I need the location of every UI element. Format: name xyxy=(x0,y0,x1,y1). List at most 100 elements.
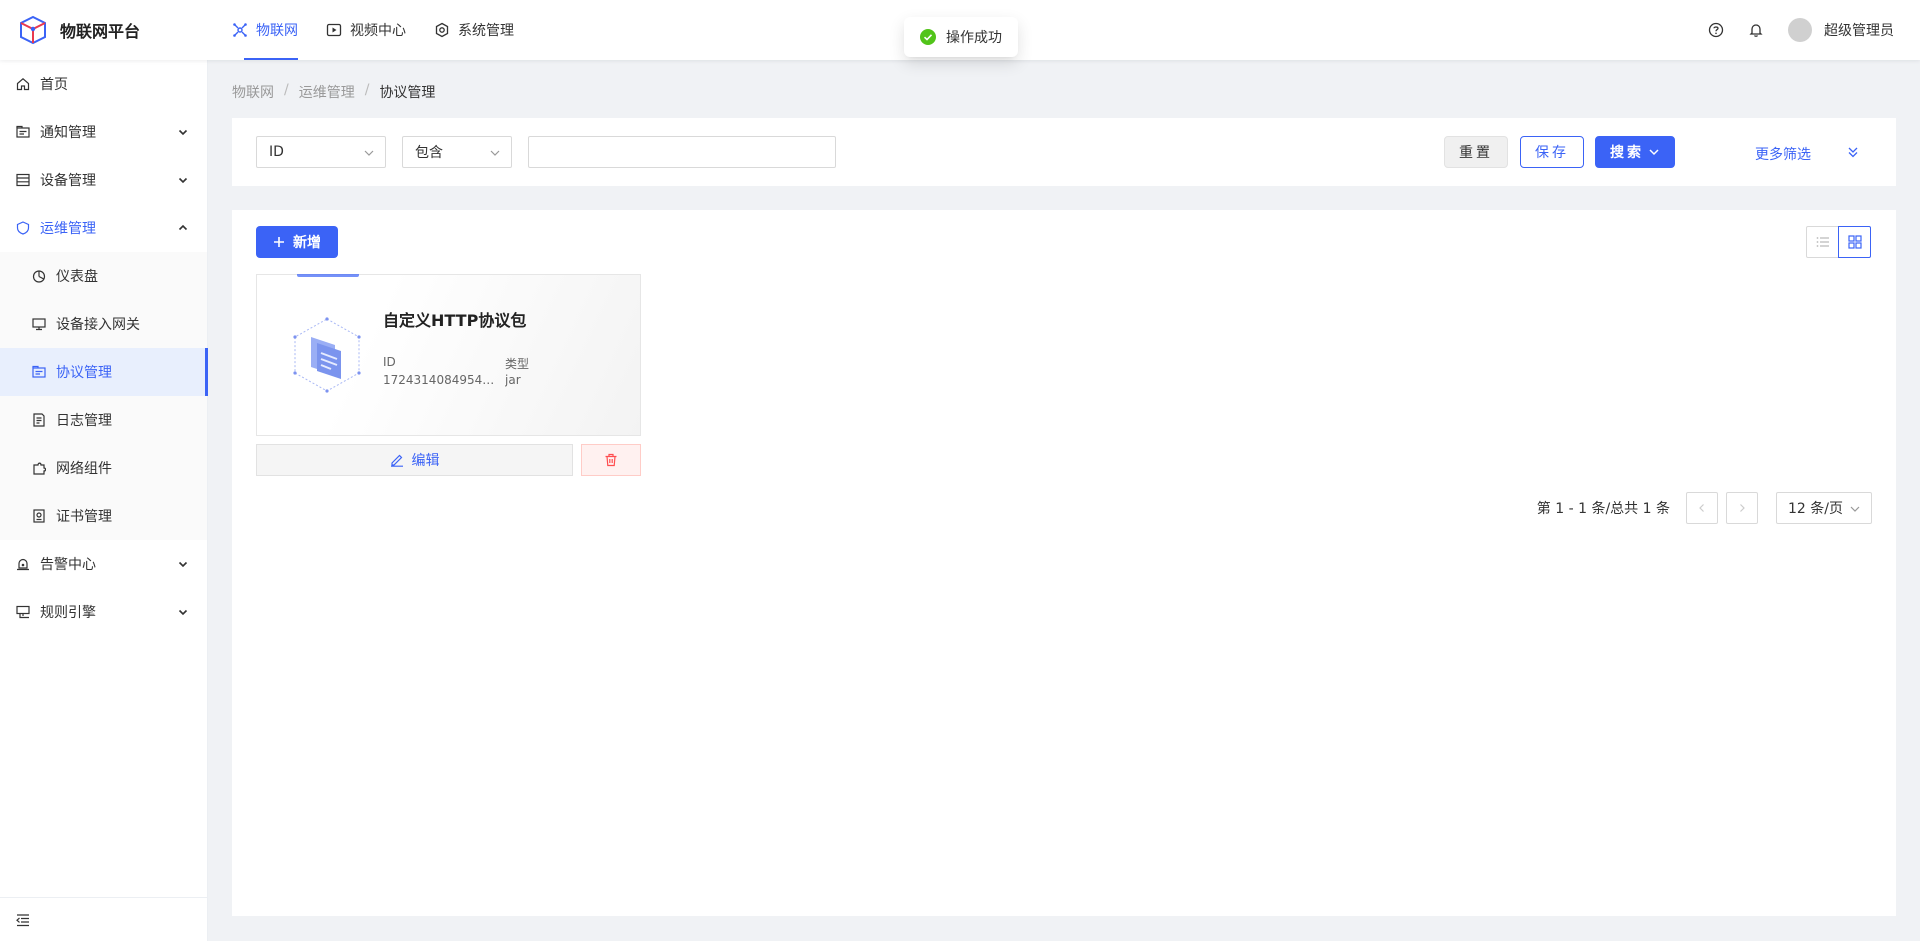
sidebar-item-label: 设备管理 xyxy=(40,173,96,189)
card-accent-line xyxy=(297,274,359,277)
app-logo[interactable]: 物联网平台 xyxy=(18,14,140,46)
trash-icon xyxy=(605,453,617,467)
topnav-video-label: 视频中心 xyxy=(350,23,406,39)
filter-operator-value: 包含 xyxy=(415,145,443,161)
chevron-down-icon xyxy=(489,147,501,159)
page-size-select[interactable]: 12 条/页 xyxy=(1776,492,1872,524)
page-size-value: 12 条/页 xyxy=(1788,501,1843,517)
sidebar-item-label: 设备接入网关 xyxy=(56,317,140,333)
protocol-list-panel: 新增 自定义HTTP协议包 ID 类型 172431408495401... j… xyxy=(232,210,1896,916)
sidebar-item-label: 告警中心 xyxy=(40,557,96,573)
sidebar-item-network[interactable]: 网络组件 xyxy=(0,444,207,492)
chevron-down-icon xyxy=(177,126,189,138)
delete-button[interactable] xyxy=(581,444,641,476)
header-actions: 超级管理员 xyxy=(1684,0,1894,60)
sidebar-item-rule[interactable]: 规则引擎 xyxy=(0,588,207,636)
sidebar-item-label: 通知管理 xyxy=(40,125,96,141)
filter-operator-select[interactable]: 包含 xyxy=(402,136,512,168)
sidebar-item-device[interactable]: 设备管理 xyxy=(0,156,207,204)
breadcrumb-separator: / xyxy=(364,82,370,98)
topnav-video[interactable]: 视频中心 xyxy=(326,0,406,60)
sidebar-item-protocol[interactable]: 协议管理 xyxy=(0,348,208,396)
protocol-card[interactable]: 自定义HTTP协议包 ID 类型 172431408495401... jar xyxy=(256,274,641,436)
view-mode-toggle xyxy=(1806,226,1871,258)
username[interactable]: 超级管理员 xyxy=(1824,20,1894,40)
notice-icon xyxy=(16,125,30,139)
chevron-down-icon xyxy=(363,147,375,159)
add-button[interactable]: 新增 xyxy=(256,226,338,258)
sidebar-item-label: 证书管理 xyxy=(56,509,112,525)
chevron-left-icon xyxy=(1699,504,1704,512)
search-button[interactable]: 搜索 xyxy=(1595,136,1675,168)
more-filter-link[interactable]: 更多筛选 xyxy=(1755,144,1811,164)
protocol-name: 自定义HTTP协议包 xyxy=(383,311,527,330)
chevron-down-icon xyxy=(177,606,189,618)
gateway-icon xyxy=(32,317,46,331)
grid-icon xyxy=(1847,235,1862,249)
ops-submenu: 仪表盘 设备接入网关 协议管理 日志管理 网络组件 证书管理 xyxy=(0,252,208,540)
next-page-button[interactable] xyxy=(1726,492,1758,524)
sidebar: 首页 通知管理 设备管理 运维管理 仪表盘 设备接入网关 协议管理 日志管理 网… xyxy=(0,60,208,941)
ops-icon xyxy=(16,221,30,235)
card-view-button[interactable] xyxy=(1838,226,1871,258)
app-title: 物联网平台 xyxy=(60,22,141,41)
sidebar-item-gateway[interactable]: 设备接入网关 xyxy=(0,300,207,348)
sidebar-item-label: 规则引擎 xyxy=(40,605,96,621)
topnav-iot[interactable]: 物联网 xyxy=(232,0,298,60)
dashboard-icon xyxy=(32,269,46,283)
bell-icon[interactable] xyxy=(1748,22,1764,38)
video-icon xyxy=(326,22,342,38)
toast-message: 操作成功 xyxy=(946,30,1002,46)
sidebar-item-log[interactable]: 日志管理 xyxy=(0,396,207,444)
device-icon xyxy=(16,173,30,187)
breadcrumb-item-iot[interactable]: 物联网 xyxy=(232,82,274,102)
save-button[interactable]: 保存 xyxy=(1520,136,1584,168)
chevron-down-icon xyxy=(177,174,189,186)
top-nav: 物联网 视频中心 系统管理 xyxy=(232,0,542,60)
sidebar-item-alarm[interactable]: 告警中心 xyxy=(0,540,207,588)
success-toast: 操作成功 xyxy=(904,17,1018,57)
double-chevron-down-icon[interactable] xyxy=(1846,145,1860,159)
filter-field-select[interactable]: ID xyxy=(256,136,386,168)
search-button-label: 搜索 xyxy=(1610,145,1644,161)
help-icon[interactable] xyxy=(1708,22,1724,38)
edit-button[interactable]: 编辑 xyxy=(256,444,573,476)
topnav-iot-label: 物联网 xyxy=(256,23,298,39)
breadcrumb-item-current: 协议管理 xyxy=(379,85,436,101)
filter-field-value: ID xyxy=(269,144,284,160)
sidebar-item-dashboard[interactable]: 仪表盘 xyxy=(0,252,207,300)
sidebar-item-certificate[interactable]: 证书管理 xyxy=(0,492,207,540)
sidebar-collapse-button[interactable] xyxy=(0,897,207,941)
reset-button[interactable]: 重置 xyxy=(1444,136,1508,168)
filter-value-input[interactable] xyxy=(528,136,836,168)
protocol-type-label: 类型 xyxy=(505,357,530,371)
sidebar-item-label: 网络组件 xyxy=(56,461,112,477)
iot-icon xyxy=(232,22,248,38)
sidebar-item-home[interactable]: 首页 xyxy=(0,60,207,108)
topnav-system[interactable]: 系统管理 xyxy=(434,0,514,60)
breadcrumb-item-ops[interactable]: 运维管理 xyxy=(299,82,355,102)
alarm-icon xyxy=(16,557,30,571)
list-icon xyxy=(1816,237,1829,247)
network-icon xyxy=(32,461,46,475)
plus-icon xyxy=(273,236,285,248)
check-circle-icon xyxy=(920,29,936,45)
avatar[interactable] xyxy=(1788,18,1812,42)
protocol-icon xyxy=(32,365,46,379)
sidebar-item-label: 运维管理 xyxy=(40,221,96,237)
prev-page-button[interactable] xyxy=(1686,492,1718,524)
sidebar-item-label: 日志管理 xyxy=(56,413,112,429)
sidebar-item-label: 协议管理 xyxy=(56,365,112,381)
edit-button-label: 编辑 xyxy=(411,453,440,469)
list-view-button[interactable] xyxy=(1806,226,1839,258)
sidebar-item-notice[interactable]: 通知管理 xyxy=(0,108,207,156)
home-icon xyxy=(16,77,30,91)
edit-icon xyxy=(390,453,404,467)
add-button-label: 新增 xyxy=(293,235,321,251)
sidebar-item-label: 仪表盘 xyxy=(56,269,98,285)
rule-icon xyxy=(16,605,30,619)
pagination-total: 第 1 - 1 条/总共 1 条 xyxy=(1536,501,1670,517)
protocol-type-value: jar xyxy=(505,373,521,387)
sidebar-item-ops[interactable]: 运维管理 xyxy=(0,204,207,252)
chevron-right-icon xyxy=(1740,504,1745,512)
